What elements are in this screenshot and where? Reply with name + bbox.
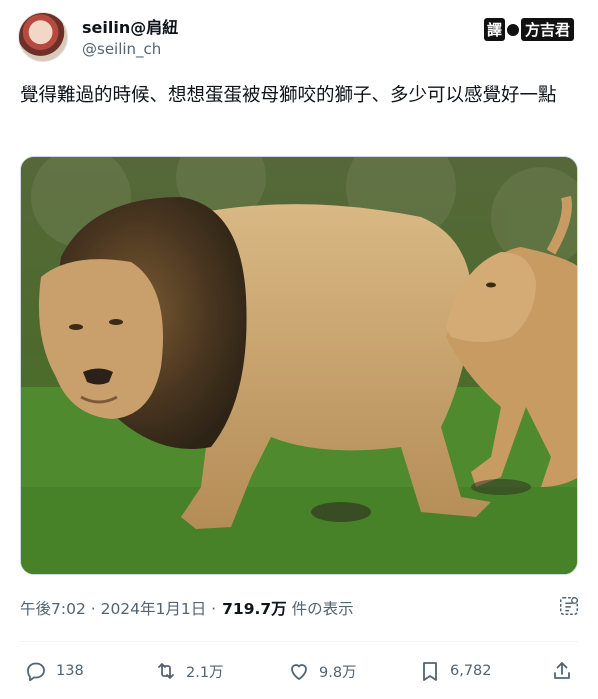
retweet-count: 2.1万 <box>186 664 224 681</box>
badge-left: 譯 <box>483 18 505 41</box>
reply-button[interactable]: 138 <box>24 659 84 683</box>
view-count: 719.7万 <box>222 600 287 618</box>
tweet-meta: 午後7:02 · 2024年1月1日 · 719.7万 件の表示 <box>20 597 354 619</box>
heart-icon <box>291 664 307 680</box>
avatar[interactable] <box>18 12 68 62</box>
divider <box>20 641 578 642</box>
author-name[interactable]: seilin@肩紐 <box>82 14 178 38</box>
tweet-photo[interactable] <box>20 156 578 575</box>
reply-count: 138 <box>56 663 84 679</box>
bookmark-button[interactable]: 6,782 <box>418 659 492 683</box>
tweet-text: 覺得難過的時候、想想蛋蛋被母獅咬的獅子、多少可以感覺好一點 <box>20 85 557 106</box>
badge-right: 方吉君 <box>520 18 574 41</box>
translator-badge: 譯 方吉君 <box>483 18 574 41</box>
author-handle[interactable]: @seilin_ch <box>82 40 161 58</box>
badge-dot-icon <box>506 23 519 36</box>
view-count-label: 件の表示 <box>291 600 354 618</box>
share-icon <box>554 662 570 679</box>
bookmark-count: 6,782 <box>450 663 492 679</box>
like-button[interactable]: 9.8万 <box>287 659 357 683</box>
bookmark-icon <box>423 662 437 681</box>
share-button[interactable] <box>550 659 574 683</box>
translate-icon[interactable] <box>558 595 580 617</box>
retweet-icon <box>158 663 174 679</box>
tweet-time-date[interactable]: 午後7:02 · 2024年1月1日 · <box>20 597 216 619</box>
reply-icon <box>27 662 45 682</box>
like-count: 9.8万 <box>319 664 357 681</box>
retweet-button[interactable]: 2.1万 <box>154 659 224 683</box>
tweet-actions: 138 2.1万 9.8万 6,782 <box>20 656 578 686</box>
